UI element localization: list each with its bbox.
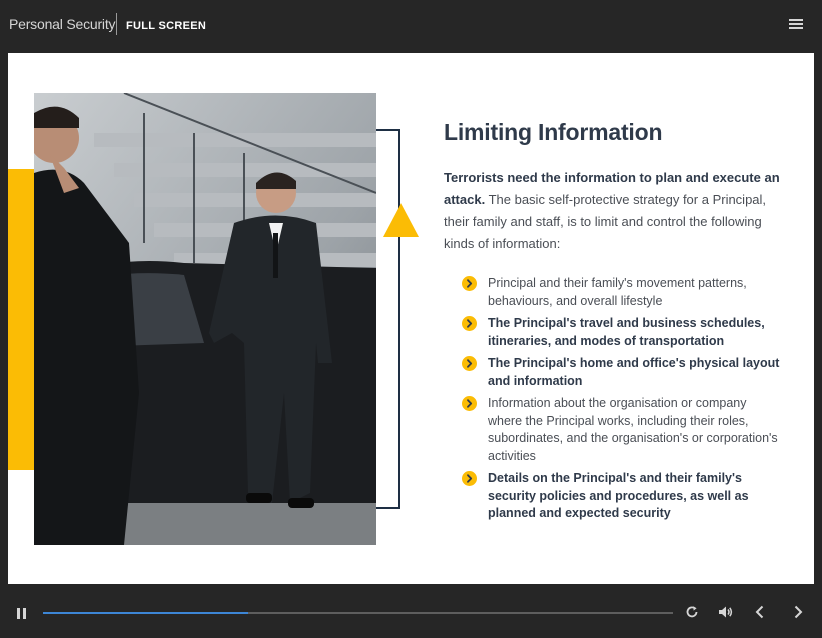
bodyguards-photo xyxy=(34,93,376,545)
slide-content: Limiting Information Terrorists need the… xyxy=(8,53,814,584)
list-item: The Principal's travel and business sche… xyxy=(462,315,782,350)
next-icon[interactable] xyxy=(792,605,804,619)
replay-icon[interactable] xyxy=(685,605,699,619)
title-divider xyxy=(116,13,117,35)
bracket-line xyxy=(376,129,400,509)
fullscreen-button[interactable]: FULL SCREEN xyxy=(126,20,206,32)
player-controls xyxy=(0,586,822,638)
list-item-text: Information about the organisation or co… xyxy=(488,396,778,463)
list-item: Principal and their family's movement pa… xyxy=(462,275,782,310)
list-item-text: The Principal's travel and business sche… xyxy=(488,316,765,348)
chevron-right-icon xyxy=(462,396,477,411)
list-item-text: The Principal's home and office's physic… xyxy=(488,356,780,388)
list-item-text: Principal and their family's movement pa… xyxy=(488,276,747,308)
volume-icon[interactable] xyxy=(718,605,733,619)
menu-icon[interactable] xyxy=(789,19,803,31)
intro-text: The basic self-protective strategy for a… xyxy=(444,192,767,251)
list-item: Information about the organisation or co… xyxy=(462,395,782,465)
chevron-right-icon xyxy=(462,276,477,291)
chevron-right-icon xyxy=(462,471,477,486)
chevron-right-icon xyxy=(462,356,477,371)
slide-heading: Limiting Information xyxy=(444,119,663,145)
list-item: Details on the Principal's and their fam… xyxy=(462,470,782,523)
progress-bar[interactable] xyxy=(43,612,673,614)
triangle-marker xyxy=(383,203,419,237)
list-item: The Principal's home and office's physic… xyxy=(462,355,782,390)
intro-paragraph: Terrorists need the information to plan … xyxy=(444,167,784,255)
info-list: Principal and their family's movement pa… xyxy=(462,275,782,528)
accent-bar xyxy=(8,169,35,470)
top-bar: Personal Security FULL SCREEN xyxy=(0,0,822,52)
app-title: Personal Security xyxy=(9,16,116,32)
pause-icon[interactable] xyxy=(17,608,26,619)
chevron-right-icon xyxy=(462,316,477,331)
progress-fill xyxy=(43,612,248,614)
prev-icon[interactable] xyxy=(754,605,766,619)
list-item-text: Details on the Principal's and their fam… xyxy=(488,471,749,520)
